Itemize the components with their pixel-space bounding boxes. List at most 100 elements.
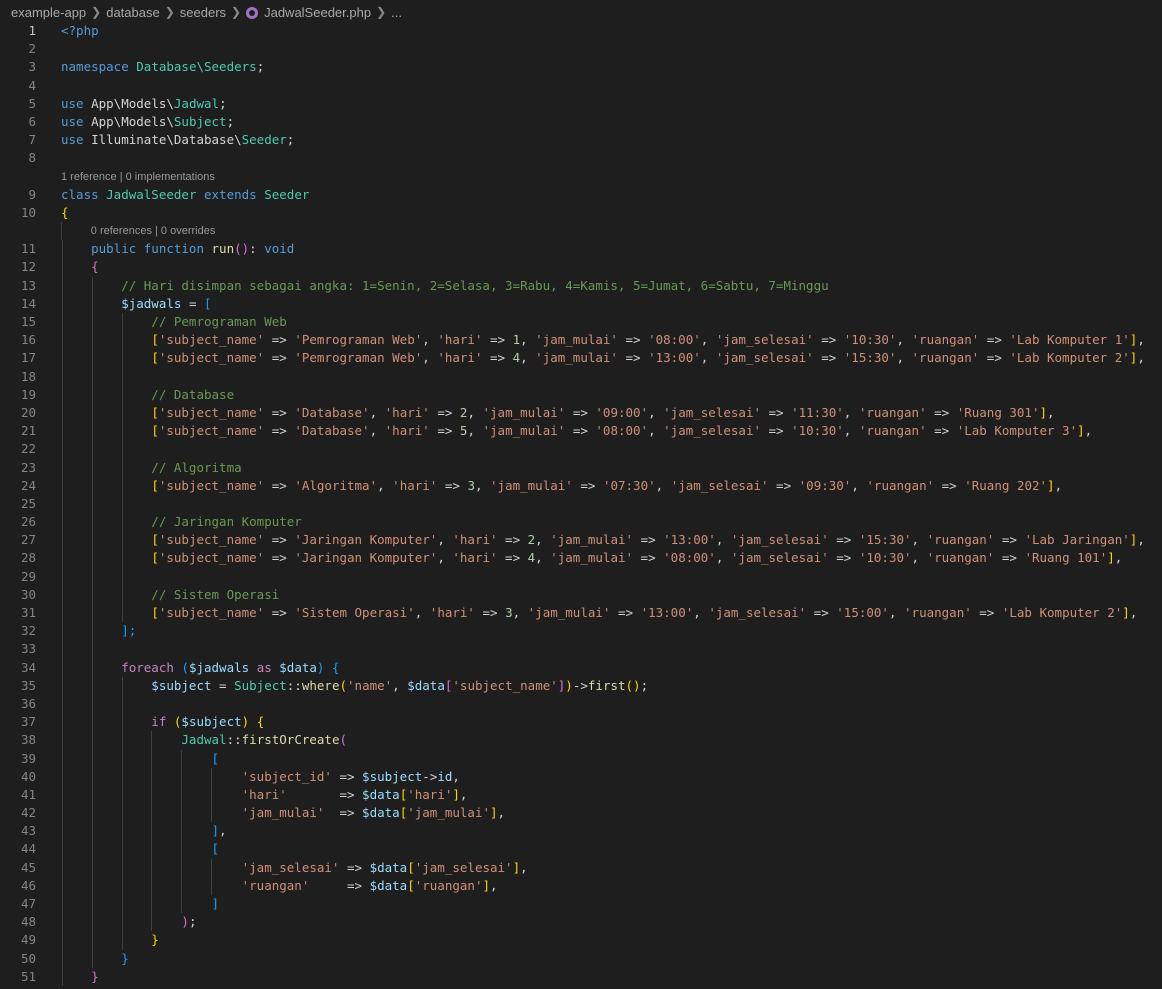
- breadcrumb-item-symbols[interactable]: ...: [391, 5, 402, 20]
- code-line[interactable]: 14 $jadwals = [: [0, 294, 1162, 313]
- token: ,: [851, 477, 867, 493]
- token: 'hari': [437, 332, 483, 348]
- code-line[interactable]: 2: [0, 40, 1162, 58]
- codelens[interactable]: 0 references | 0 overrides: [91, 222, 216, 240]
- token: $subject: [362, 768, 423, 784]
- code-line[interactable]: 7 use Illuminate\Database\Seeder;: [0, 131, 1162, 149]
- code-line[interactable]: 35 $subject = Subject::where('name', $da…: [0, 676, 1162, 695]
- code-line[interactable]: 18: [0, 367, 1162, 386]
- token: '10:30': [791, 423, 844, 439]
- breadcrumb-item-file[interactable]: JadwalSeeder.php: [264, 5, 371, 20]
- code-text: }: [61, 931, 159, 949]
- line-number: 6: [28, 113, 36, 129]
- code-line[interactable]: 1 <?php: [0, 22, 1162, 40]
- token: ,: [1137, 532, 1145, 548]
- line-number: 43: [20, 823, 36, 839]
- token: =>: [926, 423, 957, 439]
- token: '13:00': [663, 532, 716, 548]
- token: Illuminate\Database\: [91, 132, 242, 148]
- code-line[interactable]: 10 {: [0, 204, 1162, 222]
- line-number: 19: [20, 386, 36, 402]
- code-line[interactable]: 32 ];: [0, 622, 1162, 641]
- token: ,: [1114, 550, 1123, 566]
- indent-guide: [121, 694, 123, 714]
- line-number: 49: [20, 932, 36, 948]
- breadcrumb-item-seeders[interactable]: seeders: [180, 5, 226, 20]
- code-line[interactable]: 9 class JadwalSeeder extends Seeder: [0, 186, 1162, 204]
- code-line[interactable]: 8: [0, 149, 1162, 167]
- code-line[interactable]: 11 public function run(): void: [0, 240, 1162, 259]
- code-line[interactable]: 13 // Hari disimpan sebagai angka: 1=Sen…: [0, 276, 1162, 295]
- token: =>: [806, 605, 837, 620]
- token: [: [151, 477, 159, 493]
- line-number: 45: [20, 859, 36, 875]
- code-line[interactable]: 20 ['subject_name' => 'Database', 'hari'…: [0, 403, 1162, 423]
- code-line[interactable]: 47 ]: [0, 895, 1162, 914]
- token: =>: [572, 477, 603, 493]
- indent-guide: [62, 567, 63, 586]
- token: =>: [633, 550, 664, 566]
- code-line[interactable]: 23 // Algoritma: [0, 458, 1162, 477]
- code-line[interactable]: 46 'ruangan' => $data['ruangan'],: [0, 876, 1162, 895]
- token: [: [151, 404, 159, 420]
- code-line[interactable]: 50 }: [0, 949, 1162, 968]
- code-line[interactable]: 30 // Sistem Operasi: [0, 585, 1162, 604]
- code-editor[interactable]: 1 <?php 2 3 namespace Database\Seeders; 4 5 use…: [0, 22, 1162, 989]
- token: ]: [452, 786, 460, 802]
- code-text: }: [61, 968, 99, 986]
- code-line[interactable]: 42 'jam_mulai' => $data['jam_mulai'],: [0, 804, 1162, 823]
- code-line[interactable]: 29: [0, 567, 1162, 586]
- breadcrumb-item-project[interactable]: example-app: [11, 5, 86, 20]
- code-line[interactable]: 4: [0, 77, 1162, 95]
- token: ,: [911, 532, 927, 548]
- token: 'subject_name': [158, 550, 265, 566]
- code-line[interactable]: 19 // Database: [0, 385, 1162, 404]
- code-line[interactable]: 39 [: [0, 749, 1162, 768]
- code-line[interactable]: 51 }: [0, 967, 1162, 986]
- token: ]: [1122, 605, 1130, 620]
- code-line[interactable]: 26 // Jaringan Komputer: [0, 513, 1162, 532]
- code-line[interactable]: 49 }: [0, 931, 1162, 950]
- code-line[interactable]: 21 ['subject_name' => 'Database', 'hari'…: [0, 422, 1162, 441]
- token: ,: [888, 605, 905, 620]
- token: ,: [474, 477, 491, 493]
- token: '07:30': [602, 477, 656, 493]
- code-line[interactable]: 3 namespace Database\Seeders;: [0, 58, 1162, 76]
- code-line[interactable]: 16 ['subject_name' => 'Pemrograman Web',…: [0, 331, 1162, 350]
- code-line[interactable]: 43 ],: [0, 822, 1162, 841]
- code-line[interactable]: 17 ['subject_name' => 'Pemrograman Web',…: [0, 349, 1162, 368]
- code-line[interactable]: 12 {: [0, 258, 1162, 277]
- code-line[interactable]: 15 // Pemrograman Web: [0, 313, 1162, 332]
- code-line[interactable]: 48 );: [0, 913, 1162, 932]
- code-line[interactable]: 28 ['subject_name' => 'Jaringan Komputer…: [0, 549, 1162, 568]
- token: =>: [994, 550, 1025, 566]
- line-number: 17: [20, 350, 36, 366]
- line-number: 1: [28, 23, 36, 38]
- code-line[interactable]: 40 'subject_id' => $subject->id,: [0, 767, 1162, 786]
- code-line[interactable]: 36: [0, 694, 1162, 714]
- breadcrumb-item-database[interactable]: database: [106, 5, 160, 20]
- token: 'subject_name': [452, 677, 558, 693]
- line-number: 21: [20, 423, 36, 439]
- code-line[interactable]: 22: [0, 440, 1162, 459]
- code-line[interactable]: 31 ['subject_name' => 'Sistem Operasi', …: [0, 604, 1162, 623]
- code-line[interactable]: 38 Jadwal::firstOrCreate(: [0, 731, 1162, 750]
- token: 'jam_selesai': [663, 423, 761, 439]
- codelens[interactable]: 1 reference | 0 implementations: [61, 168, 215, 186]
- code-line[interactable]: 33: [0, 640, 1162, 659]
- code-line[interactable]: 24 ['subject_name' => 'Algoritma', 'hari…: [0, 476, 1162, 495]
- token: ,: [520, 859, 528, 875]
- indent-guide: [91, 640, 93, 659]
- code-line[interactable]: 41 'hari' => $data['hari'],: [0, 785, 1162, 805]
- code-line[interactable]: 44 [: [0, 840, 1162, 859]
- code-line[interactable]: 5 use App\Models\Jadwal;: [0, 95, 1162, 113]
- code-line[interactable]: 45 'jam_selesai' => $data['jam_selesai']…: [0, 858, 1162, 877]
- code-line[interactable]: 6 use App\Models\Subject;: [0, 113, 1162, 131]
- code-line[interactable]: 25: [0, 494, 1162, 514]
- token: ,: [422, 350, 438, 366]
- token: ,: [520, 350, 536, 366]
- code-line[interactable]: 37 if ($subject) {: [0, 713, 1162, 732]
- code-line[interactable]: 34 foreach ($jadwals as $data) {: [0, 658, 1162, 677]
- code-line[interactable]: 27 ['subject_name' => 'Jaringan Komputer…: [0, 531, 1162, 550]
